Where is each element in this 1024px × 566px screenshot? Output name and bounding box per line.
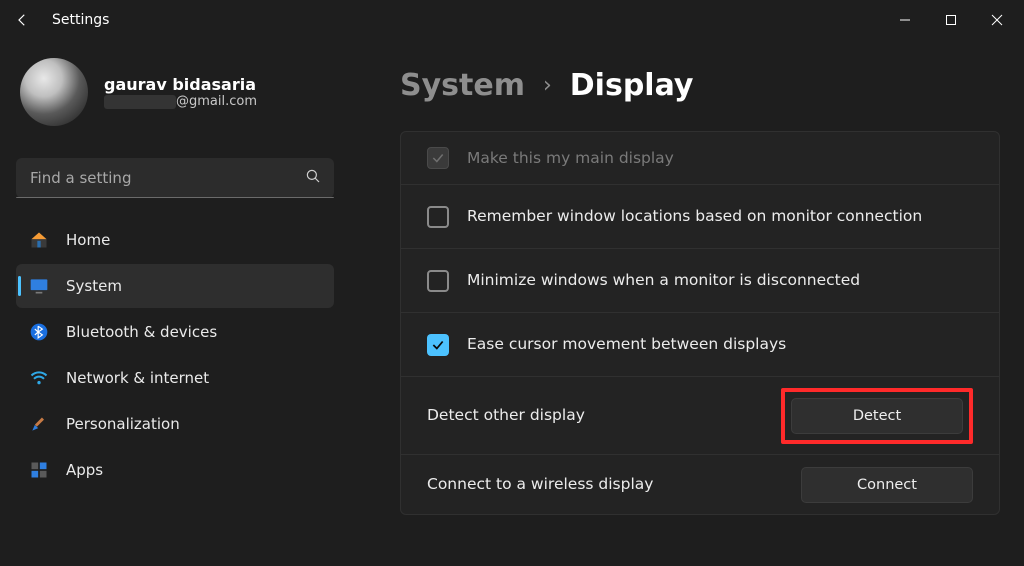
home-icon xyxy=(28,229,50,251)
sidebar-item-personalization[interactable]: Personalization xyxy=(16,402,334,446)
setting-label: Minimize windows when a monitor is disco… xyxy=(467,270,973,291)
nav-list: Home System Bluetooth & devices xyxy=(16,218,334,492)
sidebar-item-bluetooth[interactable]: Bluetooth & devices xyxy=(16,310,334,354)
sidebar: gaurav bidasaria @gmail.com xyxy=(0,40,350,566)
checkbox-main-display xyxy=(427,147,449,169)
setting-main-display: Make this my main display xyxy=(401,132,999,184)
sidebar-item-system[interactable]: System xyxy=(16,264,334,308)
setting-wireless-display: Connect to a wireless display Connect xyxy=(401,454,999,514)
setting-remember-windows[interactable]: Remember window locations based on monit… xyxy=(401,184,999,248)
search-container xyxy=(16,158,334,198)
setting-label: Remember window locations based on monit… xyxy=(467,206,973,227)
sidebar-item-label: Bluetooth & devices xyxy=(66,323,217,341)
apps-icon xyxy=(28,459,50,481)
search-icon xyxy=(304,167,322,189)
breadcrumb-parent[interactable]: System xyxy=(400,68,525,103)
profile-block[interactable]: gaurav bidasaria @gmail.com xyxy=(16,58,334,126)
sidebar-item-label: Home xyxy=(66,231,110,249)
checkbox-ease-cursor[interactable] xyxy=(427,334,449,356)
setting-label: Connect to a wireless display xyxy=(427,474,783,495)
window-maximize-button[interactable] xyxy=(928,4,974,36)
sidebar-item-network[interactable]: Network & internet xyxy=(16,356,334,400)
highlight-annotation: Detect xyxy=(781,388,973,444)
window-minimize-button[interactable] xyxy=(882,4,928,36)
title-bar: Settings xyxy=(0,0,1024,40)
sidebar-item-label: System xyxy=(66,277,122,295)
setting-detect-display: Detect other display Detect xyxy=(401,376,999,454)
sidebar-item-home[interactable]: Home xyxy=(16,218,334,262)
sidebar-item-label: Network & internet xyxy=(66,369,209,387)
email-redacted xyxy=(104,95,176,109)
profile-email: @gmail.com xyxy=(104,94,257,109)
search-input[interactable] xyxy=(16,158,334,198)
sidebar-item-label: Apps xyxy=(66,461,103,479)
breadcrumb-current: Display xyxy=(570,68,694,103)
sidebar-item-label: Personalization xyxy=(66,415,180,433)
avatar xyxy=(20,58,88,126)
checkbox-remember-windows[interactable] xyxy=(427,206,449,228)
setting-minimize-disconnect[interactable]: Minimize windows when a monitor is disco… xyxy=(401,248,999,312)
setting-ease-cursor[interactable]: Ease cursor movement between displays xyxy=(401,312,999,376)
setting-label: Ease cursor movement between displays xyxy=(467,334,973,355)
wifi-icon xyxy=(28,367,50,389)
profile-name: gaurav bidasaria xyxy=(104,75,257,94)
main-content: System › Display Make this my main displ… xyxy=(350,40,1024,566)
email-domain: @gmail.com xyxy=(176,94,257,109)
bluetooth-icon xyxy=(28,321,50,343)
sidebar-item-apps[interactable]: Apps xyxy=(16,448,334,492)
setting-label: Make this my main display xyxy=(467,148,973,169)
display-settings-panel: Make this my main display Remember windo… xyxy=(400,131,1000,515)
settings-window: Settings gaurav bidasaria @gmail.com xyxy=(0,0,1024,566)
setting-label: Detect other display xyxy=(427,405,763,426)
paintbrush-icon xyxy=(28,413,50,435)
checkbox-minimize-disconnect[interactable] xyxy=(427,270,449,292)
breadcrumb: System › Display xyxy=(400,68,1000,103)
system-icon xyxy=(28,275,50,297)
chevron-right-icon: › xyxy=(543,73,552,98)
window-close-button[interactable] xyxy=(974,4,1020,36)
connect-button[interactable]: Connect xyxy=(801,467,973,503)
app-title: Settings xyxy=(52,12,109,28)
back-button[interactable] xyxy=(4,2,40,38)
detect-button[interactable]: Detect xyxy=(791,398,963,434)
